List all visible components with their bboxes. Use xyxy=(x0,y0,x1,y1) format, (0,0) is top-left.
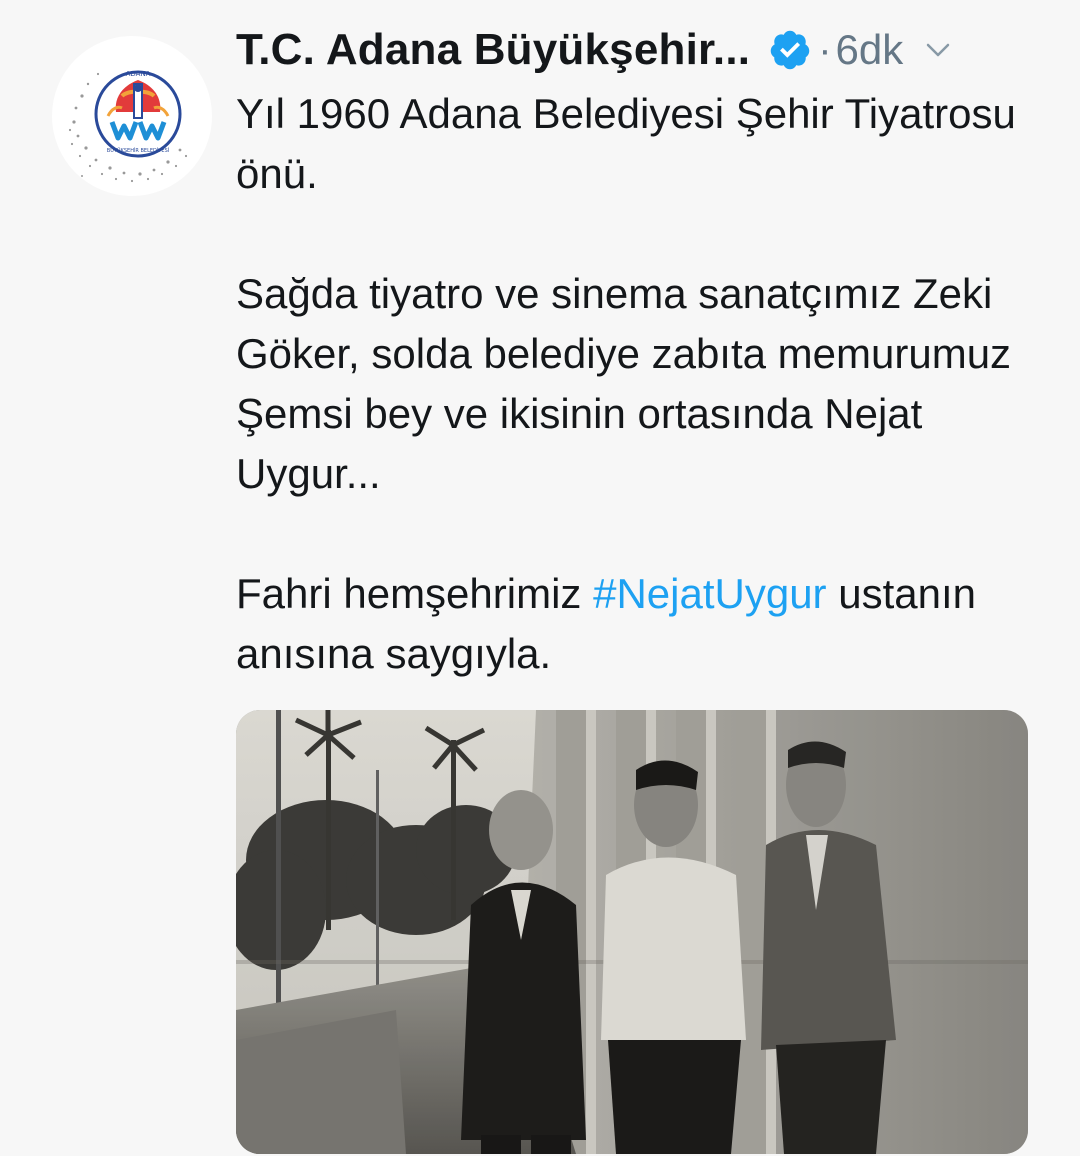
avatar[interactable]: ADANA BÜYÜKŞEHİR BELEDİYESİ xyxy=(52,36,212,196)
tweet-timestamp[interactable]: 6dk xyxy=(836,26,904,74)
tweet-text-paragraph-1: Yıl 1960 Adana Belediyesi Şehir Tiyatros… xyxy=(236,90,1016,197)
tweet-text-paragraph-3: Fahri hemşehrimiz #NejatUygur ustanın an… xyxy=(236,564,1036,684)
tweet-header: T.C. Adana Büyükşehir... · 6dk xyxy=(236,18,1036,82)
separator-dot: · xyxy=(818,27,832,72)
tweet[interactable]: ADANA BÜYÜKŞEHİR BELEDİYESİ T.C. Adana B… xyxy=(0,0,1080,1156)
author-display-name[interactable]: T.C. Adana Büyükşehir... xyxy=(236,25,750,75)
tweet-text-paragraph-2: Sağda tiyatro ve sinema sanatçımız Zeki … xyxy=(236,270,1012,497)
tweet-photo[interactable] xyxy=(236,710,1028,1154)
black-and-white-photo-icon xyxy=(236,710,1028,1154)
adana-municipality-logo-icon: ADANA BÜYÜKŞEHİR BELEDİYESİ xyxy=(54,38,210,194)
tweet-text: Yıl 1960 Adana Belediyesi Şehir Tiyatros… xyxy=(236,84,1036,684)
svg-text:BÜYÜKŞEHİR BELEDİYESİ: BÜYÜKŞEHİR BELEDİYESİ xyxy=(107,147,169,154)
chevron-down-icon[interactable] xyxy=(923,35,953,65)
verified-badge-icon xyxy=(768,28,812,72)
paragraph-3-prefix: Fahri hemşehrimiz xyxy=(236,570,594,617)
hashtag-link[interactable]: #NejatUygur xyxy=(593,570,826,617)
svg-text:ADANA: ADANA xyxy=(126,70,151,78)
